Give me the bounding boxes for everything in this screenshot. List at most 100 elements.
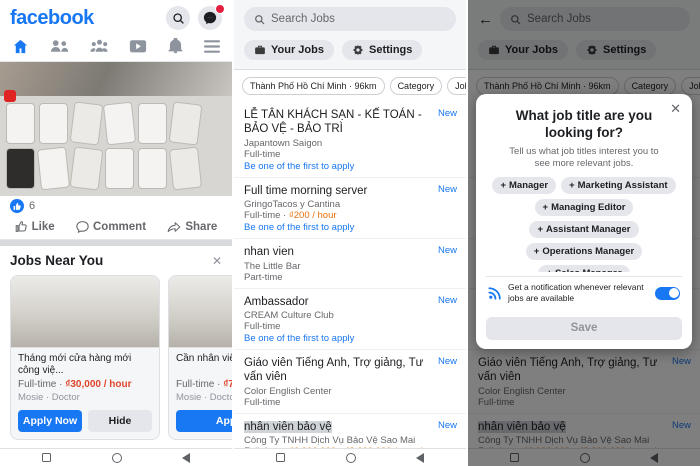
job-title-chip[interactable]: +Managing Editor	[535, 199, 634, 216]
close-icon[interactable]: ✕	[212, 254, 222, 268]
hide-button[interactable]: Hide	[88, 410, 152, 432]
job-card-meta: Full-time ·	[176, 379, 223, 390]
tab-notifications[interactable]	[168, 38, 183, 59]
job-listing[interactable]: New nhan vien The Little Bar Part-time	[234, 239, 466, 288]
phone-photo	[169, 101, 203, 145]
plus-icon: +	[546, 268, 552, 272]
recents-button[interactable]	[276, 453, 285, 462]
job-card[interactable]: Cần nhân viên b... Full-time · ₫7,000,0.…	[168, 275, 232, 440]
like-label: Like	[32, 221, 55, 233]
apply-now-button[interactable]: Apply Now	[176, 410, 232, 432]
job-list: New LỄ TÂN KHÁCH SẠN - KẾ TOÁN - BẢO VỆ …	[234, 102, 466, 466]
filter-chip[interactable]: Job Type	[447, 77, 466, 95]
job-company: Color English Center	[244, 386, 432, 397]
friends-icon	[50, 38, 69, 54]
job-card-image	[11, 276, 159, 348]
home-button[interactable]	[112, 453, 122, 463]
back-button[interactable]	[182, 453, 190, 463]
suggested-job-titles: +Manager +Marketing Assistant +Managing …	[486, 177, 682, 272]
like-icon	[15, 220, 28, 233]
phone-photo	[138, 148, 167, 189]
phone-photo	[70, 146, 104, 190]
like-button[interactable]: Like	[15, 220, 55, 233]
plus-icon: +	[569, 180, 575, 191]
back-button[interactable]	[416, 453, 424, 463]
like-count: 6	[29, 200, 35, 212]
phone-photo	[103, 102, 136, 146]
close-icon[interactable]: ✕	[670, 101, 681, 117]
job-card-company: Mosie · Doctor	[176, 392, 232, 403]
filter-chip[interactable]: Category	[390, 77, 443, 95]
facebook-header: facebook	[0, 0, 232, 36]
jobs-toolbar: Your Jobs Settings	[234, 36, 466, 70]
job-listing[interactable]: New LỄ TÂN KHÁCH SẠN - KẾ TOÁN - BẢO VỆ …	[234, 102, 466, 178]
menu-icon	[204, 40, 220, 53]
comment-button[interactable]: Comment	[76, 220, 146, 233]
job-meta: Full-time	[244, 321, 432, 332]
post-photo-collage[interactable]	[0, 96, 232, 196]
job-company: Công Ty TNHH Dịch Vụ Bảo Vệ Sao Mai	[244, 435, 432, 446]
jobs-modal-screen: ← Search Jobs Your Jobs Settings Thà	[468, 0, 700, 466]
share-button[interactable]: Share	[167, 220, 217, 233]
job-card-title: Tháng mới cửa hàng mới công việ...	[18, 353, 152, 377]
tab-groups[interactable]	[90, 38, 109, 59]
filter-chip-label: Category	[398, 81, 435, 91]
job-listing[interactable]: New Giáo viên Tiếng Anh, Trợ giảng, Tư v…	[234, 350, 466, 414]
job-card-salary: ₫30,000 / hour	[65, 379, 131, 390]
first-to-apply-note: Be one of the first to apply	[244, 333, 432, 344]
new-badge: New	[438, 245, 457, 256]
job-company: GringoTacos y Cantina	[244, 199, 432, 210]
job-card[interactable]: Tháng mới cửa hàng mới công việ... Full-…	[10, 275, 160, 440]
job-title-chip-label: Managing Editor	[551, 202, 625, 213]
comment-icon	[76, 220, 89, 233]
search-button[interactable]	[166, 6, 190, 30]
groups-icon	[90, 38, 109, 54]
messenger-button[interactable]	[198, 6, 222, 30]
tab-menu[interactable]	[204, 40, 220, 58]
first-to-apply-note: Be one of the first to apply	[244, 222, 432, 233]
your-jobs-button[interactable]: Your Jobs	[244, 40, 334, 60]
notification-toggle[interactable]	[655, 287, 680, 300]
job-listing[interactable]: New Full time morning server GringoTacos…	[234, 178, 466, 239]
job-title-chip-label: Assistant Manager	[546, 224, 630, 235]
job-title: Giáo viên Tiếng Anh, Trợ giảng, Tư vấn v…	[244, 356, 432, 385]
job-title-chip[interactable]: +Sales Manager	[538, 265, 629, 272]
plus-icon: +	[543, 202, 549, 213]
job-card-salary-line: Full-time · ₫30,000 / hour	[18, 379, 152, 390]
tab-watch[interactable]	[129, 39, 147, 59]
nav-tabs	[0, 36, 232, 62]
job-meta: Full-time	[244, 149, 432, 160]
tab-friends[interactable]	[50, 38, 69, 59]
settings-label: Settings	[369, 44, 412, 56]
notification-text: Get a notification whenever relevant job…	[508, 282, 649, 304]
job-card-company: Mosie · Doctor	[18, 392, 152, 403]
jobs-search-screen: Search Jobs Your Jobs Settings Thành Phố…	[234, 0, 466, 466]
settings-button[interactable]: Settings	[342, 40, 422, 60]
job-meta: Part-time	[244, 272, 432, 283]
tab-home[interactable]	[12, 38, 29, 60]
home-button[interactable]	[346, 453, 356, 463]
job-listing[interactable]: New Ambassador CREAM Culture Club Full-t…	[234, 289, 466, 350]
apply-now-button[interactable]: Apply Now	[18, 410, 82, 432]
job-title-chip[interactable]: +Operations Manager	[526, 243, 642, 260]
job-title-chip[interactable]: +Marketing Assistant	[561, 177, 675, 194]
filter-chip[interactable]: Thành Phố Hồ Chí Minh · 96km	[242, 77, 385, 95]
three-screenshot-collage: facebook	[0, 0, 700, 466]
new-badge: New	[438, 108, 457, 119]
job-title-chip[interactable]: +Assistant Manager	[529, 221, 638, 238]
job-title: LỄ TÂN KHÁCH SẠN - KẾ TOÁN - BẢO VỆ - BẢ…	[244, 108, 432, 137]
post-photo[interactable]	[0, 62, 232, 96]
job-title: Full time morning server	[244, 184, 432, 198]
job-card-salary-line: Full-time · ₫7,000,0...	[176, 379, 232, 390]
save-button[interactable]: Save	[486, 317, 682, 340]
toggle-knob	[669, 288, 679, 298]
filter-chip-label: Thành Phố Hồ Chí Minh · 96km	[250, 81, 377, 91]
watch-icon	[129, 39, 147, 54]
feed-screen: facebook	[0, 0, 232, 466]
search-jobs-input[interactable]: Search Jobs	[244, 7, 456, 31]
reactions-row[interactable]: 6	[0, 196, 232, 216]
recents-button[interactable]	[42, 453, 51, 462]
job-card-title: Cần nhân viên b...	[176, 353, 232, 377]
jobs-screen: Search Jobs Your Jobs Settings Thành Phố…	[234, 0, 466, 466]
job-title-chip[interactable]: +Manager	[492, 177, 556, 194]
